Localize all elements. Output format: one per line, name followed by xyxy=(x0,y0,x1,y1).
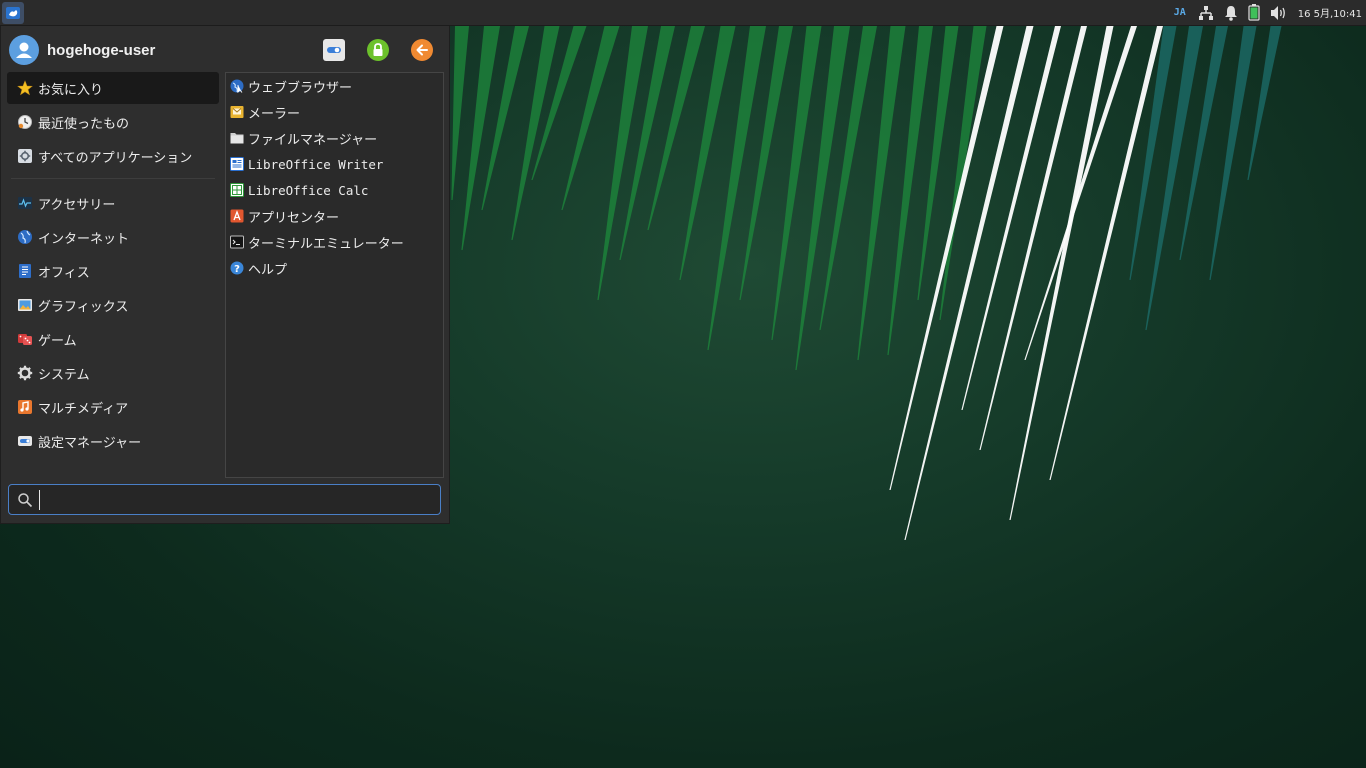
multimedia-icon xyxy=(17,399,33,415)
wallpaper-stripe-white xyxy=(979,26,1087,450)
input-method-indicator[interactable]: JA xyxy=(1174,7,1186,18)
calc-icon xyxy=(230,183,244,197)
wallpaper-stripe-green xyxy=(461,26,500,250)
app-label: LibreOffice Writer xyxy=(248,156,384,172)
category-office[interactable]: オフィス xyxy=(7,255,219,287)
wallpaper-stripe-teal xyxy=(1247,26,1282,180)
app-libreoffice-calc[interactable]: LibreOffice Calc xyxy=(226,177,443,203)
app-terminal-emulator[interactable]: ターミナルエミュレーター xyxy=(226,229,443,255)
category-label: オフィス xyxy=(38,265,90,281)
network-icon[interactable] xyxy=(1198,5,1214,21)
app-app-center[interactable]: アプリセンター xyxy=(226,203,443,229)
username: hogehoge-user xyxy=(47,41,156,59)
category-label: マルチメディア xyxy=(38,401,129,417)
category-label: アクセサリー xyxy=(38,197,116,213)
category-label: ゲーム xyxy=(38,333,77,349)
user-icon xyxy=(16,42,32,58)
app-label: ヘルプ xyxy=(248,262,288,278)
recent-icon xyxy=(17,114,33,130)
category-label: インターネット xyxy=(38,231,130,247)
application-menu: hogehoge-user お気に入り 最近使ったもの すべてのアプリケーション… xyxy=(0,26,450,524)
logout-button[interactable] xyxy=(411,39,433,61)
writer-icon xyxy=(230,157,244,171)
help-icon: ? xyxy=(230,261,244,275)
app-label: アプリセンター xyxy=(248,210,340,226)
app-file-manager[interactable]: ファイルマネージャー xyxy=(226,125,443,151)
settings-icon xyxy=(327,47,341,53)
internet-icon xyxy=(17,229,33,245)
top-panel: JA 16 5月,10:41 xyxy=(0,0,1366,26)
xfce-logo-icon xyxy=(6,6,20,19)
mail-icon xyxy=(230,105,244,119)
category-settings-manager[interactable]: 設定マネージャー xyxy=(7,425,219,457)
games-icon xyxy=(17,331,33,347)
category-recent[interactable]: 最近使ったもの xyxy=(7,106,219,138)
accessories-icon xyxy=(17,195,33,211)
category-multimedia[interactable]: マルチメディア xyxy=(7,391,219,423)
app-mail[interactable]: メーラー xyxy=(226,99,443,125)
category-accessories[interactable]: アクセサリー xyxy=(7,187,219,219)
svg-text:?: ? xyxy=(234,264,240,275)
logout-icon xyxy=(416,44,428,56)
graphics-icon xyxy=(17,297,33,313)
category-label: お気に入り xyxy=(38,82,104,98)
category-label: グラフィックス xyxy=(38,299,129,315)
app-label: メーラー xyxy=(248,106,301,122)
app-center-icon xyxy=(230,209,244,223)
bell-icon[interactable] xyxy=(1224,5,1238,21)
settings-button[interactable] xyxy=(323,39,345,61)
app-help[interactable]: ? ヘルプ xyxy=(226,255,443,281)
all-apps-icon xyxy=(17,148,33,164)
category-favorites[interactable]: お気に入り xyxy=(7,72,219,104)
app-web-browser[interactable]: ウェブブラウザー xyxy=(226,73,443,99)
lock-icon xyxy=(373,43,383,56)
category-all-applications[interactable]: すべてのアプリケーション xyxy=(7,140,219,172)
terminal-icon xyxy=(230,235,244,249)
lock-screen-button[interactable] xyxy=(367,39,389,61)
app-libreoffice-writer[interactable]: LibreOffice Writer xyxy=(226,151,443,177)
category-divider xyxy=(11,178,215,179)
volume-icon[interactable] xyxy=(1270,5,1288,21)
clock[interactable]: 16 5月,10:41 xyxy=(1298,5,1362,20)
settings-manager-icon xyxy=(17,433,33,449)
category-label: 最近使ったもの xyxy=(38,116,130,132)
app-label: LibreOffice Calc xyxy=(248,182,369,198)
category-label: すべてのアプリケーション xyxy=(38,150,193,166)
header-actions xyxy=(301,39,441,61)
category-label: システム xyxy=(38,367,90,383)
battery-icon[interactable] xyxy=(1248,4,1260,21)
category-games[interactable]: ゲーム xyxy=(7,323,219,355)
search-box[interactable] xyxy=(8,484,441,515)
system-icon xyxy=(17,365,33,381)
search-input[interactable] xyxy=(39,489,440,510)
whisker-menu-button[interactable] xyxy=(2,1,24,24)
app-label: ファイルマネージャー xyxy=(248,132,378,148)
menu-header: hogehoge-user xyxy=(9,34,441,66)
app-label: ターミナルエミュレーター xyxy=(248,236,404,252)
avatar[interactable] xyxy=(9,35,39,65)
category-graphics[interactable]: グラフィックス xyxy=(7,289,219,321)
wallpaper-stripe-green xyxy=(451,26,469,200)
star-icon xyxy=(17,80,33,96)
category-system[interactable]: システム xyxy=(7,357,219,389)
web-browser-icon xyxy=(230,79,244,93)
system-tray: JA 16 5月,10:41 xyxy=(1174,0,1366,25)
category-internet[interactable]: インターネット xyxy=(7,221,219,253)
category-label: 設定マネージャー xyxy=(38,435,142,451)
category-list: お気に入り 最近使ったもの すべてのアプリケーション アクセサリー インターネッ… xyxy=(7,72,219,459)
app-label: ウェブブラウザー xyxy=(248,80,353,96)
search-icon xyxy=(17,492,33,508)
folder-icon xyxy=(230,131,244,145)
application-list: ウェブブラウザー メーラー ファイルマネージャー LibreOffice Wri… xyxy=(225,72,444,478)
office-icon xyxy=(17,263,33,279)
